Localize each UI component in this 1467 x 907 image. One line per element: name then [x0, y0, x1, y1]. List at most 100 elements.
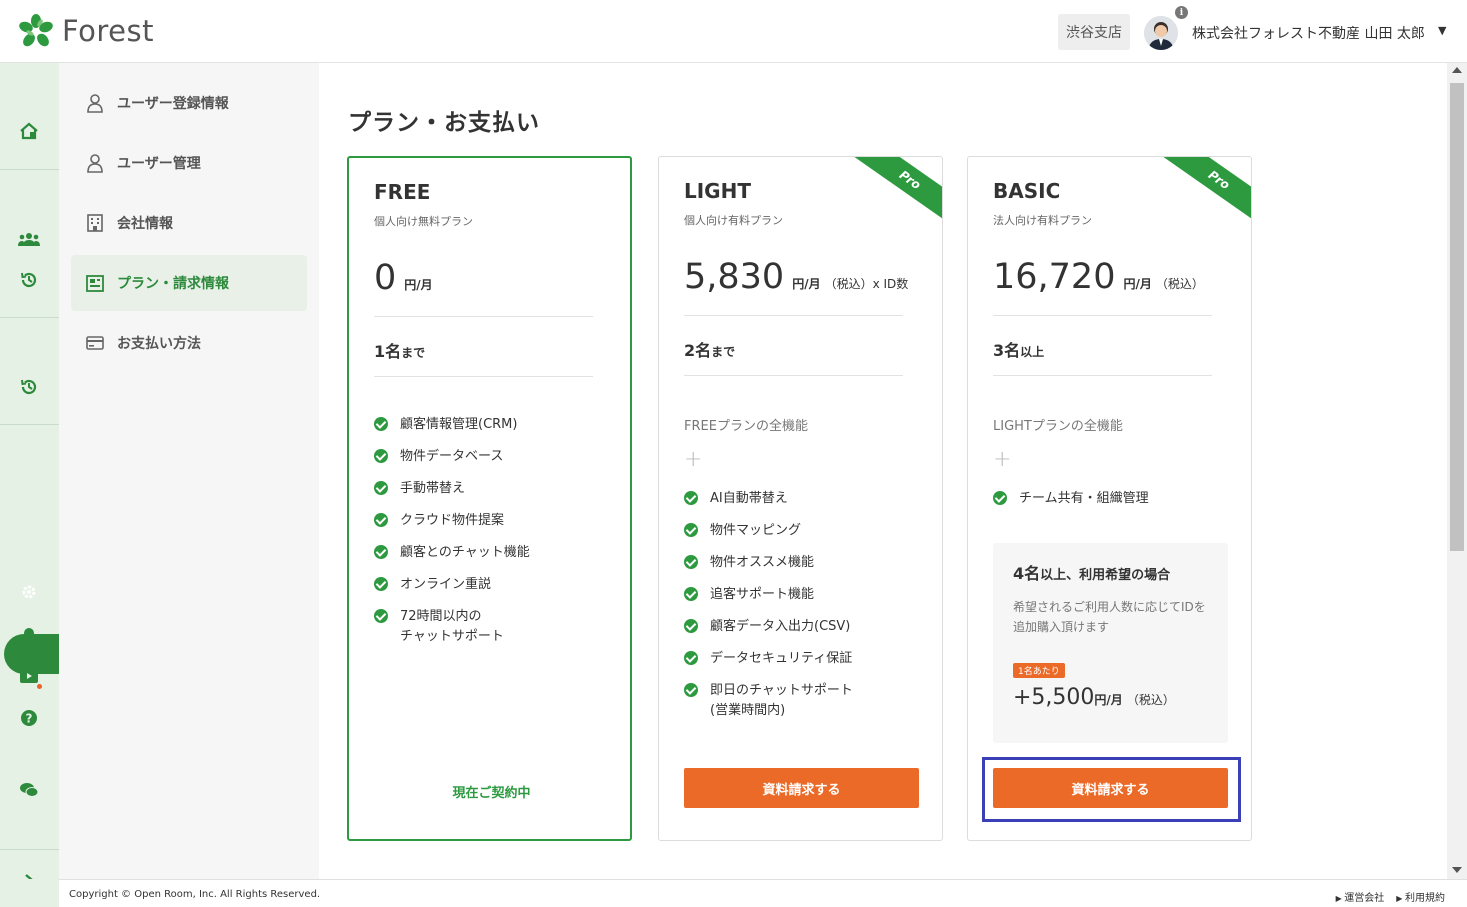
plan-price: 16,720 円/月 （税込） [993, 257, 1204, 297]
icon-rail: ? [0, 63, 59, 886]
scroll-thumb[interactable] [1450, 83, 1464, 551]
logo-text: Forest [62, 14, 154, 48]
feature-item: 物件マッピング [684, 521, 801, 541]
vertical-scrollbar[interactable] [1447, 63, 1467, 879]
check-icon [684, 651, 698, 665]
addon-title: 4名以上、利用希望の場合 [1013, 564, 1171, 583]
feature-item: データセキュリティ保証 [684, 649, 852, 669]
check-icon [684, 555, 698, 569]
current-plan-label: 現在ご契約中 [452, 786, 531, 801]
check-icon [684, 523, 698, 537]
avatar-image [1144, 16, 1178, 50]
feature-item: 物件オススメ機能 [684, 553, 814, 573]
sidebar-item-label: お支払い方法 [117, 336, 201, 352]
footer-links: 運営会社 利用規約 [1336, 889, 1445, 904]
video-icon[interactable] [18, 665, 40, 687]
request-info-button[interactable]: 資料請求する [684, 768, 919, 808]
sidebar-item-plan-billing[interactable]: プラン・請求情報 [71, 255, 307, 311]
feature-item: オンライン重説 [374, 575, 491, 595]
history-icon[interactable] [18, 376, 40, 398]
inherited-features: FREEプランの全機能 [684, 419, 808, 434]
feature-item: 顧客情報管理(CRM) [374, 415, 517, 435]
pro-ribbon: Pro [1154, 157, 1251, 231]
check-icon [374, 545, 388, 559]
price-value: 16,720 [993, 257, 1116, 297]
top-header: Forest 渋谷支店 i 株式会社フォレスト不動産 山田 太郎 ▼ [0, 0, 1467, 63]
info-icon[interactable]: i [1175, 6, 1188, 19]
divider [993, 315, 1212, 316]
plus-sign: + [993, 447, 1012, 472]
sidebar-item-payment-method[interactable]: お支払い方法 [71, 315, 307, 371]
sidebar-item-user-registration[interactable]: ユーザー登録情報 [71, 75, 307, 131]
plan-description: 個人向け無料プラン [374, 215, 473, 228]
scroll-down-arrow-icon[interactable] [1452, 867, 1462, 873]
user-icon [85, 93, 105, 113]
seat-limit: 3名以上 [993, 341, 1045, 360]
feature-item: 手動帯替え [374, 479, 465, 499]
plan-name: LIGHT [684, 179, 751, 203]
feature-item: 物件データベース [374, 447, 503, 467]
home-icon[interactable] [18, 120, 40, 142]
sidebar-item-label: 会社情報 [117, 216, 173, 232]
plus-sign: + [684, 447, 703, 472]
user-name[interactable]: 株式会社フォレスト不動産 山田 太郎 [1192, 23, 1425, 43]
history-icon[interactable] [18, 269, 40, 291]
billing-icon [85, 273, 105, 293]
plan-card-basic: Pro BASIC 法人向け有料プラン 16,720 円/月 （税込） 3名以上… [967, 156, 1252, 841]
check-icon [684, 683, 698, 697]
seat-limit: 2名まで [684, 341, 736, 360]
plan-description: 個人向け有料プラン [684, 214, 783, 227]
user-avatar[interactable] [1144, 16, 1178, 50]
branch-badge[interactable]: 渋谷支店 [1058, 14, 1130, 50]
user-icon [85, 153, 105, 173]
addon-price: +5,500円/月 （税込） [1013, 685, 1175, 710]
check-icon [374, 609, 388, 623]
feature-item: AI自動帯替え [684, 489, 788, 509]
page-footer: Copyright © Open Room, Inc. All Rights R… [59, 879, 1467, 907]
feature-item: チーム共有・組織管理 [993, 489, 1149, 509]
check-icon [374, 417, 388, 431]
price-value: 5,830 [684, 257, 785, 297]
chat-icon[interactable] [18, 779, 40, 801]
price-tax: （税込） [1155, 277, 1204, 291]
feature-item: クラウド物件提案 [374, 511, 504, 531]
sidebar-item-user-management[interactable]: ユーザー管理 [71, 135, 307, 191]
plan-name: BASIC [993, 179, 1061, 203]
sidebar-item-company-info[interactable]: 会社情報 [71, 195, 307, 251]
terms-link[interactable]: 利用規約 [1396, 889, 1445, 904]
svg-text:?: ? [26, 712, 33, 726]
divider [684, 315, 903, 316]
forest-logo[interactable]: Forest [18, 13, 154, 49]
scroll-up-arrow-icon[interactable] [1452, 67, 1462, 73]
credit-card-icon [85, 333, 105, 353]
price-unit: 円/月 [792, 277, 821, 291]
chevron-down-icon[interactable]: ▼ [1438, 24, 1446, 37]
plan-card-light: Pro LIGHT 個人向け有料プラン 5,830 円/月 （税込）x ID数 … [658, 156, 943, 841]
check-icon [684, 619, 698, 633]
page-title: プラン・お支払い [348, 110, 540, 136]
plan-price: 5,830 円/月 （税込）x ID数 [684, 257, 908, 297]
inherited-features: LIGHTプランの全機能 [993, 419, 1123, 434]
settings-icon[interactable] [18, 581, 40, 603]
rail-divider [0, 169, 59, 170]
seat-limit: 1名まで [374, 342, 426, 361]
bell-icon[interactable] [18, 623, 40, 645]
highlight-outline [982, 757, 1241, 822]
company-link[interactable]: 運営会社 [1336, 889, 1384, 904]
feature-item: 顧客データ入出力(CSV) [684, 617, 850, 637]
feature-item: 顧客とのチャット機能 [374, 543, 530, 563]
divider [374, 316, 593, 317]
settings-sidebar: ユーザー登録情報 ユーザー管理 会社情報 プラン・請求情報 お支払い方法 [59, 63, 319, 879]
users-icon[interactable] [18, 228, 40, 250]
divider [684, 375, 903, 376]
pro-ribbon: Pro [845, 157, 942, 231]
check-icon [374, 513, 388, 527]
check-icon [374, 577, 388, 591]
rail-divider [0, 424, 59, 425]
rail-divider [0, 317, 59, 318]
help-icon[interactable]: ? [18, 707, 40, 729]
check-icon [374, 449, 388, 463]
price-tax: （税込）x ID数 [824, 277, 909, 291]
feature-item: 即日のチャットサポート (営業時間内) [684, 681, 853, 721]
building-icon [85, 213, 105, 233]
